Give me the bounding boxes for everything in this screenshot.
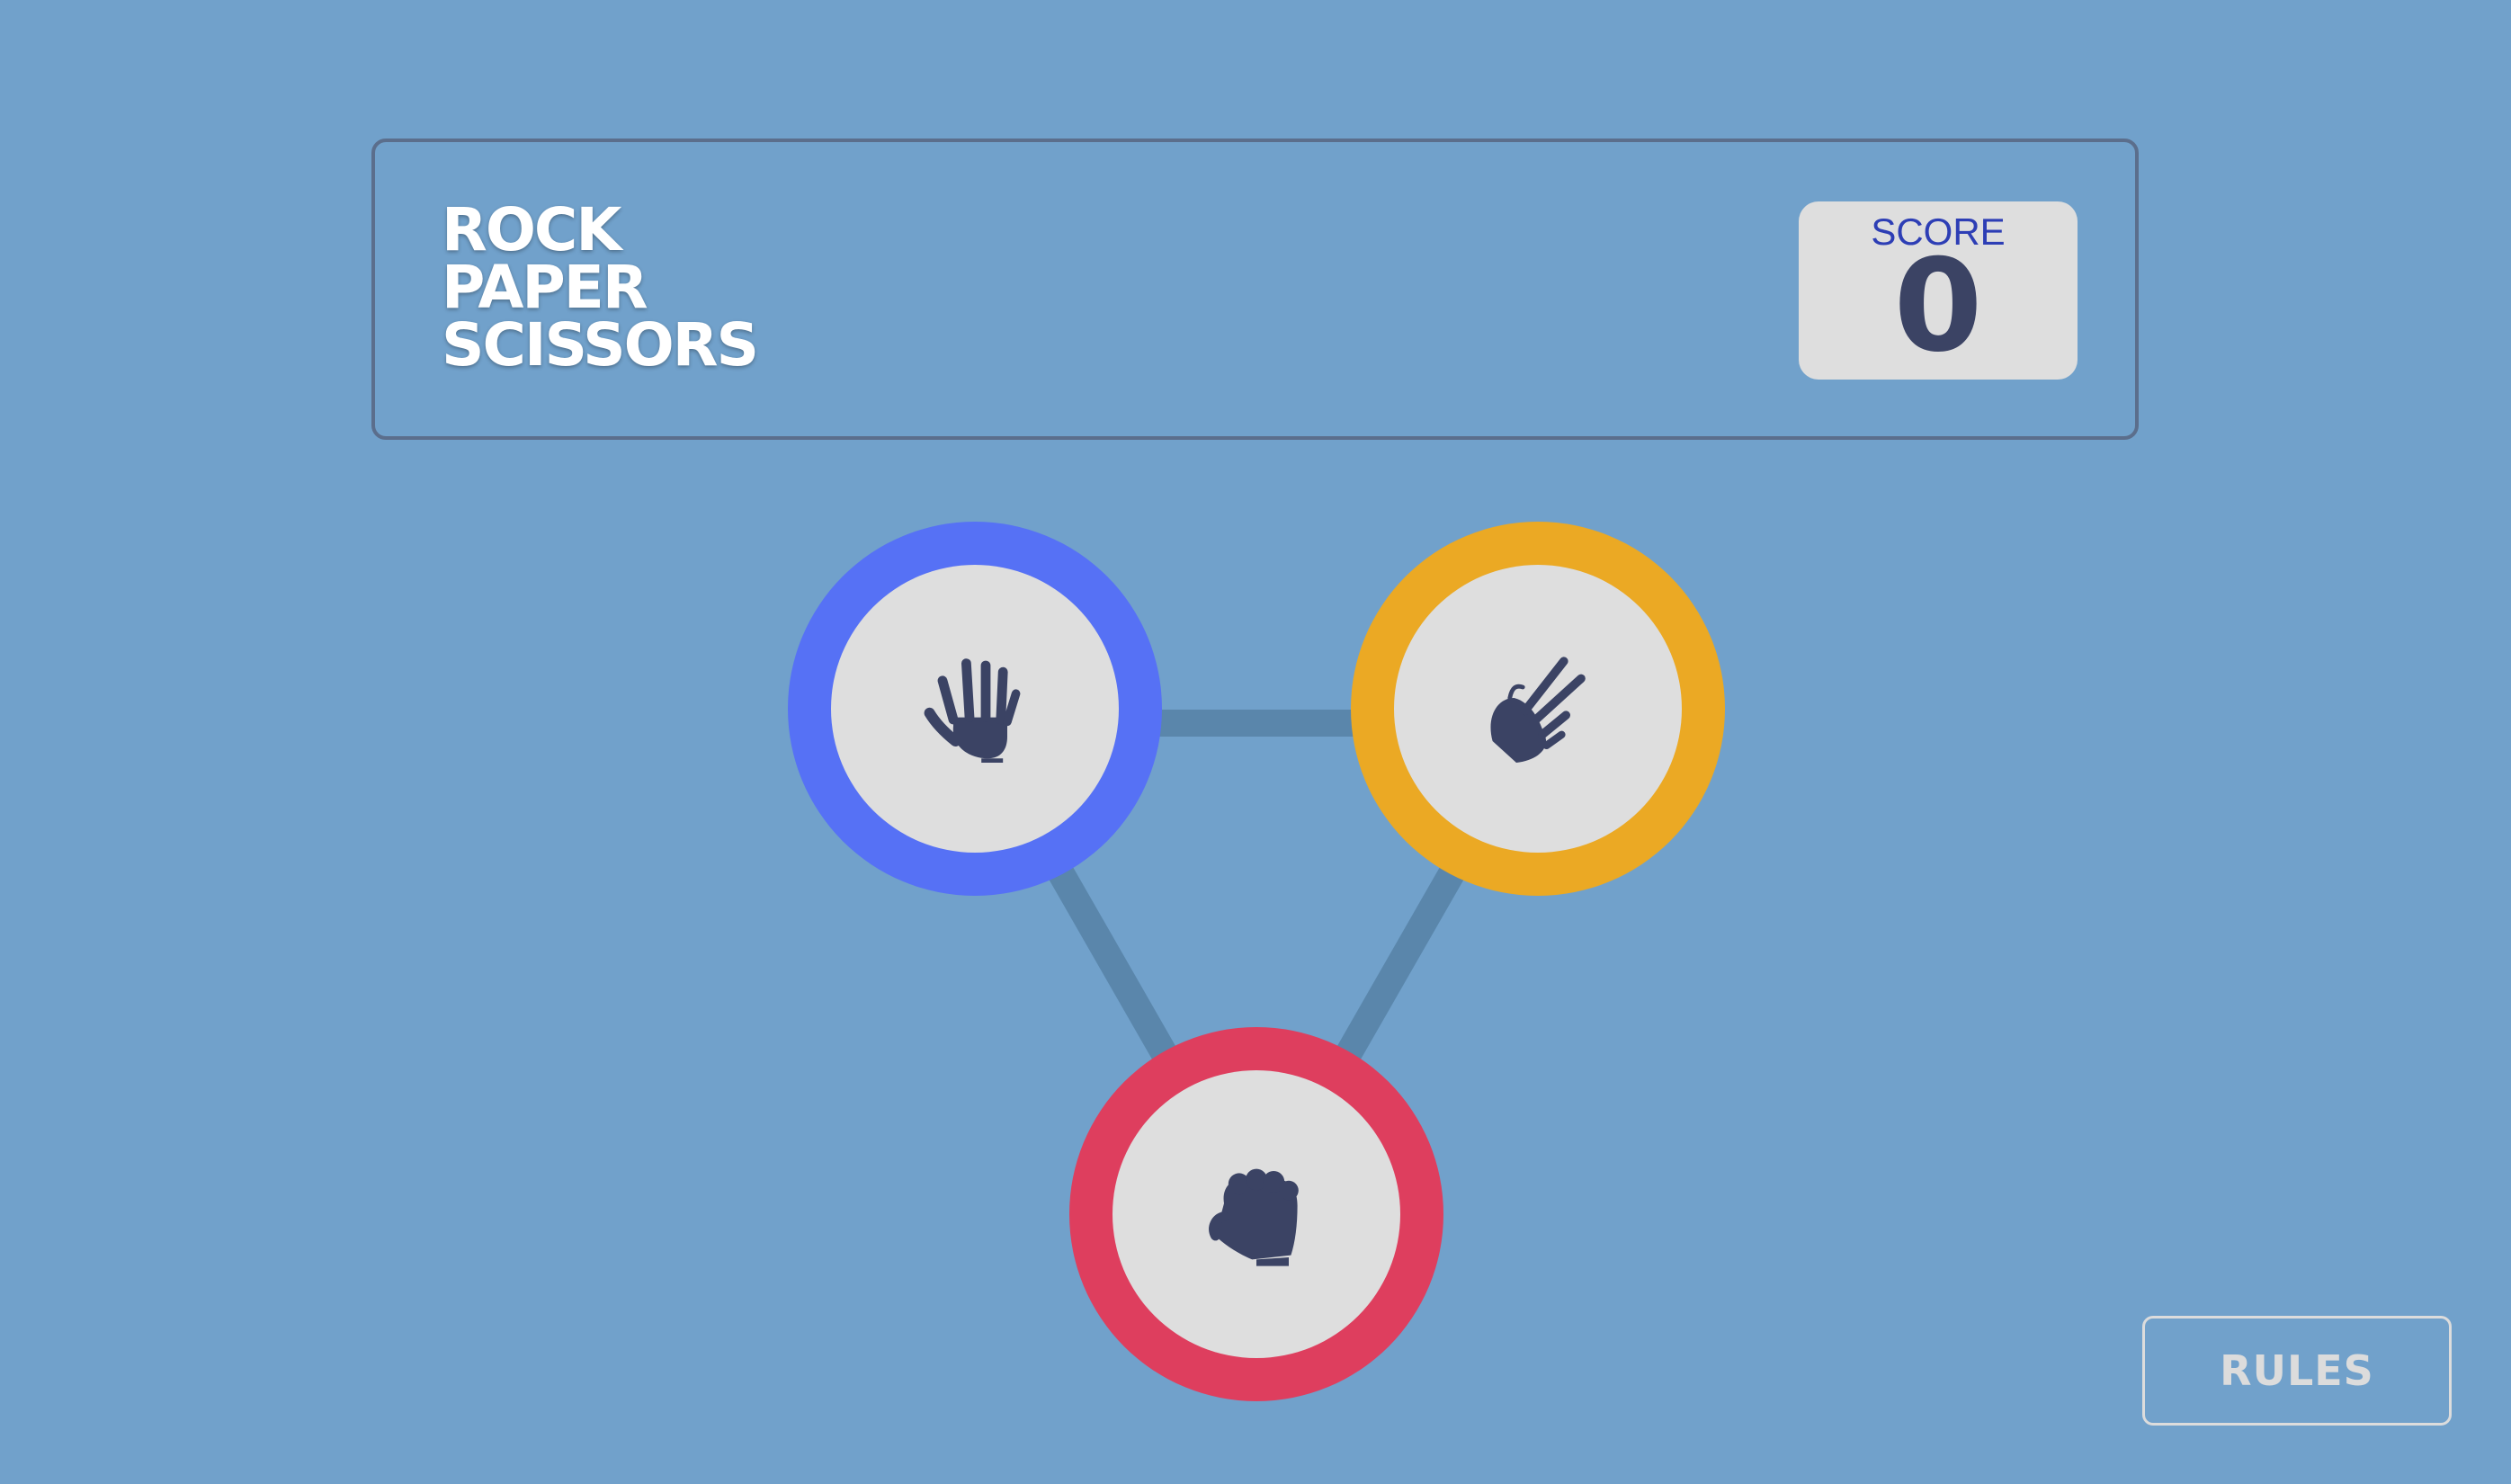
- scissors-hand-icon: [1490, 657, 1586, 763]
- title-line-scissors: SCISSORS: [442, 310, 759, 380]
- title-line-rock: ROCK: [442, 195, 622, 264]
- score-box: SCORE 0: [1799, 201, 2078, 380]
- scissors-choice-button[interactable]: [1351, 522, 1725, 896]
- paper-choice-inner: [831, 565, 1119, 853]
- rules-button[interactable]: RULES: [2142, 1316, 2452, 1426]
- score-value: 0: [1893, 232, 1983, 380]
- scissors-choice-inner: [1394, 565, 1682, 853]
- game-title: ROCK PAPER SCISSORS: [442, 195, 759, 380]
- title-line-paper: PAPER: [442, 253, 648, 322]
- rock-fist-icon: [1209, 1168, 1299, 1266]
- paper-choice-button[interactable]: [788, 522, 1162, 896]
- header: ROCK PAPER SCISSORS SCORE 0: [371, 139, 2139, 440]
- paper-hand-icon: [924, 658, 1021, 763]
- rock-choice-inner: [1113, 1070, 1400, 1358]
- rock-choice-button[interactable]: [1069, 1027, 1443, 1401]
